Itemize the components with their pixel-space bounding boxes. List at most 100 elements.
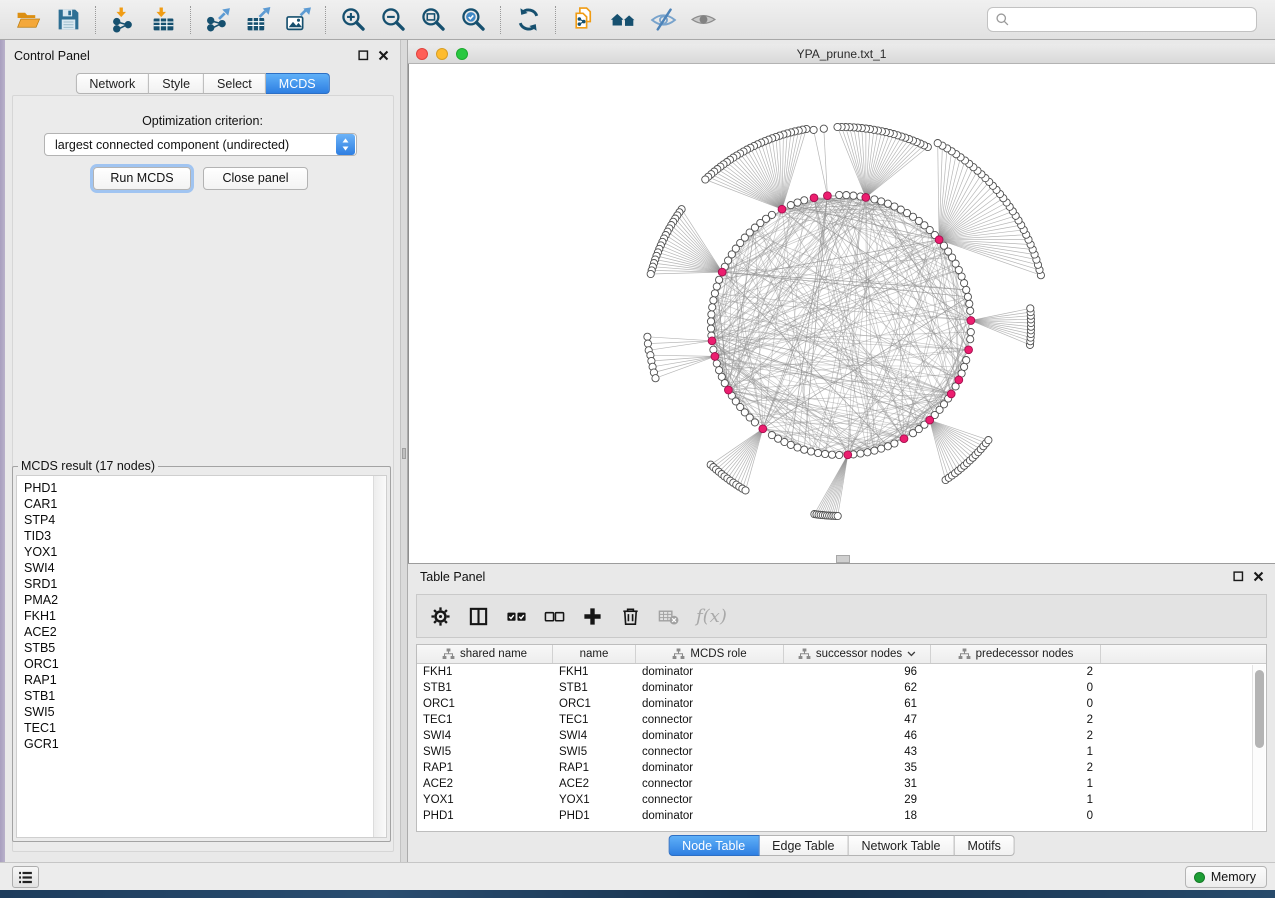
tab-style[interactable]: Style	[149, 73, 204, 94]
column-header-successor-nodes[interactable]: successor nodes	[784, 645, 931, 663]
close-panel-button[interactable]: Close panel	[203, 167, 308, 190]
cell-predecessor-nodes: 0	[931, 696, 1101, 712]
cell-successor-nodes: 61	[784, 696, 931, 712]
select-all-rows-icon[interactable]	[506, 606, 527, 627]
result-node-item[interactable]: GCR1	[24, 736, 386, 752]
tab-select[interactable]: Select	[204, 73, 266, 94]
table-row[interactable]: SWI5SWI5connector431	[417, 744, 1266, 760]
save-session-icon[interactable]	[48, 3, 88, 37]
table-row[interactable]: FKH1FKH1dominator962	[417, 664, 1266, 680]
column-label: shared name	[460, 648, 527, 660]
close-panel-icon[interactable]	[1253, 571, 1264, 582]
horizontal-splitter-grip[interactable]	[836, 555, 850, 563]
result-node-item[interactable]: PMA2	[24, 592, 386, 608]
criterion-select[interactable]: largest connected component (undirected)	[44, 133, 357, 156]
table-row[interactable]: ORC1ORC1dominator610	[417, 696, 1266, 712]
zoom-in-icon[interactable]	[333, 3, 373, 37]
splitter-grip[interactable]	[402, 448, 406, 459]
add-row-icon[interactable]	[582, 606, 603, 627]
table-row[interactable]: RAP1RAP1dominator352	[417, 760, 1266, 776]
table-row[interactable]: STB1STB1dominator620	[417, 680, 1266, 696]
result-node-item[interactable]: SRD1	[24, 576, 386, 592]
network-titlebar[interactable]: YPA_prune.txt_1	[408, 44, 1275, 64]
result-list-scrollbar[interactable]	[373, 476, 386, 837]
zoom-fit-icon[interactable]	[413, 3, 453, 37]
control-panel: Control Panel NetworkStyleSelectMCDS Opt…	[5, 40, 400, 862]
control-panel-title: Control Panel	[14, 49, 90, 63]
close-panel-icon[interactable]	[378, 50, 389, 61]
table-row[interactable]: PHD1PHD1dominator180	[417, 808, 1266, 824]
run-mcds-button[interactable]: Run MCDS	[93, 167, 191, 190]
mcds-result-title: MCDS result (17 nodes)	[18, 459, 158, 473]
import-network-icon[interactable]	[103, 3, 143, 37]
result-node-item[interactable]: FKH1	[24, 608, 386, 624]
refresh-view-icon[interactable]	[508, 3, 548, 37]
result-node-item[interactable]: ORC1	[24, 656, 386, 672]
show-columns-icon[interactable]	[468, 606, 489, 627]
table-row[interactable]: ACE2ACE2connector311	[417, 776, 1266, 792]
mcds-result-list[interactable]: PHD1CAR1STP4TID3YOX1SWI4SRD1PMA2FKH1ACE2…	[16, 475, 387, 838]
network-canvas[interactable]	[408, 64, 1275, 563]
tab-edge-table[interactable]: Edge Table	[759, 835, 848, 856]
cell-shared-name: FKH1	[417, 664, 553, 680]
result-node-item[interactable]: SWI5	[24, 704, 386, 720]
float-panel-icon[interactable]	[1233, 571, 1244, 582]
table-row[interactable]: SWI4SWI4dominator462	[417, 728, 1266, 744]
tab-network[interactable]: Network	[75, 73, 149, 94]
export-network-icon[interactable]	[198, 3, 238, 37]
tab-mcds[interactable]: MCDS	[266, 73, 330, 94]
tab-network-table[interactable]: Network Table	[849, 835, 955, 856]
result-node-item[interactable]: SWI4	[24, 560, 386, 576]
cell-name: SWI4	[553, 728, 636, 744]
node-table: shared name nameMCDS role successor nodes p…	[416, 644, 1267, 832]
memory-button[interactable]: Memory	[1185, 866, 1267, 888]
cell-name: FKH1	[553, 664, 636, 680]
result-node-item[interactable]: STB5	[24, 640, 386, 656]
table-scrollbar[interactable]	[1252, 665, 1265, 830]
result-node-item[interactable]: STP4	[24, 512, 386, 528]
result-node-item[interactable]: CAR1	[24, 496, 386, 512]
result-node-item[interactable]: TEC1	[24, 720, 386, 736]
table-row[interactable]: YOX1YOX1connector291	[417, 792, 1266, 808]
result-node-item[interactable]: YOX1	[24, 544, 386, 560]
network-fan-nodes[interactable]	[644, 123, 1045, 519]
search-input[interactable]	[1015, 13, 1249, 27]
result-node-item[interactable]: RAP1	[24, 672, 386, 688]
zoom-selected-icon[interactable]	[453, 3, 493, 37]
delete-table-icon	[658, 606, 679, 627]
column-header-predecessor-nodes[interactable]: predecessor nodes	[931, 645, 1101, 663]
result-node-item[interactable]: TID3	[24, 528, 386, 544]
delete-row-icon[interactable]	[620, 606, 641, 627]
cell-mcds-role: connector	[636, 792, 784, 808]
tab-motifs[interactable]: Motifs	[954, 835, 1014, 856]
export-table-icon[interactable]	[238, 3, 278, 37]
apply-equation-icon: f(x)	[696, 606, 727, 627]
table-row[interactable]: TEC1TEC1connector472	[417, 712, 1266, 728]
deselect-all-rows-icon[interactable]	[544, 606, 565, 627]
export-image-icon[interactable]	[278, 3, 318, 37]
result-node-item[interactable]: PHD1	[24, 480, 386, 496]
table-settings-icon[interactable]	[430, 606, 451, 627]
table-body: FKH1FKH1dominator962STB1STB1dominator620…	[417, 664, 1266, 824]
column-label: successor nodes	[816, 648, 902, 660]
search-box[interactable]	[987, 7, 1257, 32]
column-header-mcds-role[interactable]: MCDS role	[636, 645, 784, 663]
first-neighbors-icon[interactable]	[603, 3, 643, 37]
zoom-out-icon[interactable]	[373, 3, 413, 37]
show-all-icon[interactable]	[683, 3, 723, 37]
column-header-shared-name[interactable]: shared name	[417, 645, 553, 663]
result-node-item[interactable]: STB1	[24, 688, 386, 704]
cell-predecessor-nodes: 1	[931, 792, 1101, 808]
scrollbar-thumb[interactable]	[1255, 670, 1264, 748]
clone-network-icon[interactable]	[563, 3, 603, 37]
hide-selected-icon[interactable]	[643, 3, 683, 37]
float-panel-icon[interactable]	[358, 50, 369, 61]
column-header-name[interactable]: name	[553, 645, 636, 663]
result-node-item[interactable]: ACE2	[24, 624, 386, 640]
tab-node-table[interactable]: Node Table	[668, 835, 759, 856]
show-panels-button[interactable]	[12, 866, 39, 888]
import-table-icon[interactable]	[143, 3, 183, 37]
open-file-icon[interactable]	[8, 3, 48, 37]
vertical-splitter[interactable]	[400, 40, 408, 862]
cell-predecessor-nodes: 2	[931, 664, 1101, 680]
